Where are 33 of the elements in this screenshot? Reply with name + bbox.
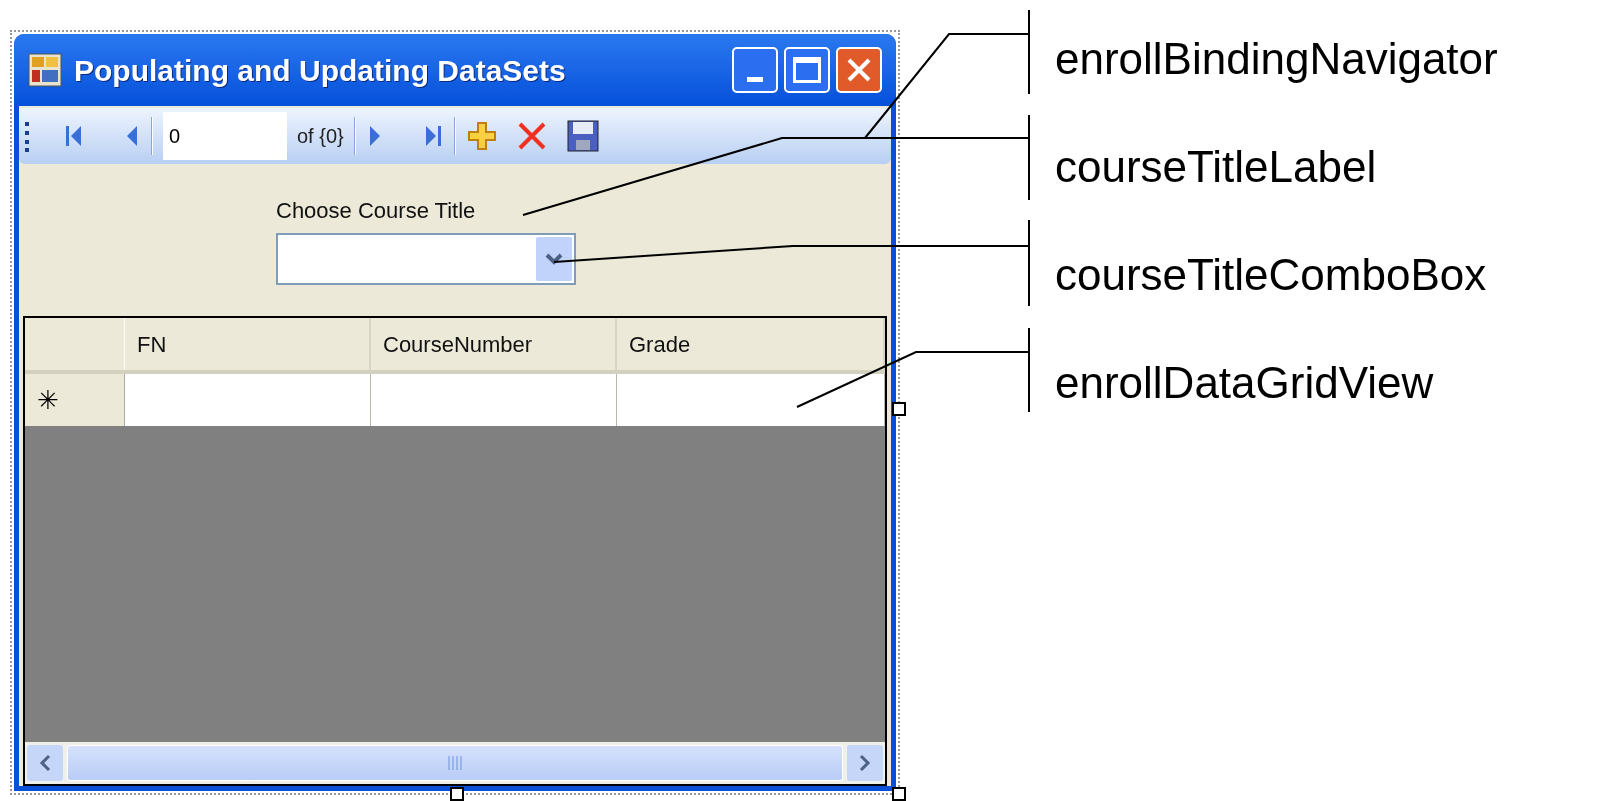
column-header[interactable]: FN xyxy=(137,327,167,361)
save-icon[interactable] xyxy=(565,119,600,153)
callout-label: courseTitleComboBox xyxy=(1055,249,1487,301)
callout-label: enrollDataGridView xyxy=(1055,357,1434,409)
grip-icon xyxy=(25,120,31,152)
scroll-right-icon[interactable] xyxy=(858,754,872,772)
record-count: of {0} xyxy=(297,124,344,149)
close-button[interactable] xyxy=(836,47,882,93)
add-icon[interactable] xyxy=(465,120,498,152)
app-icon xyxy=(28,53,62,87)
resize-handle[interactable] xyxy=(450,787,464,801)
maximize-icon xyxy=(793,57,821,83)
callout-label: enrollBindingNavigator xyxy=(1055,33,1498,85)
horizontal-scrollbar[interactable] xyxy=(25,742,885,784)
resize-handle[interactable] xyxy=(892,787,906,801)
minimize-icon xyxy=(747,77,763,82)
grip-icon xyxy=(447,756,463,770)
new-row-marker: ✳ xyxy=(37,383,59,417)
course-title-combo-box[interactable] xyxy=(276,233,576,285)
resize-handle[interactable] xyxy=(892,402,906,416)
minimize-button[interactable] xyxy=(732,47,778,93)
callout-label: courseTitleLabel xyxy=(1055,141,1377,193)
scroll-left-icon[interactable] xyxy=(38,754,52,772)
window-title: Populating and Updating DataSets xyxy=(74,52,567,89)
column-header[interactable]: Grade xyxy=(629,327,691,361)
column-header[interactable]: CourseNumber xyxy=(383,327,533,361)
scroll-thumb[interactable] xyxy=(67,745,843,781)
course-title-label: Choose Course Title xyxy=(276,197,477,225)
chevron-down-icon xyxy=(545,253,563,265)
maximize-button[interactable] xyxy=(784,47,830,93)
close-icon xyxy=(846,57,872,83)
dropdown-button[interactable] xyxy=(536,237,572,281)
position-field[interactable]: 0 xyxy=(163,112,287,160)
